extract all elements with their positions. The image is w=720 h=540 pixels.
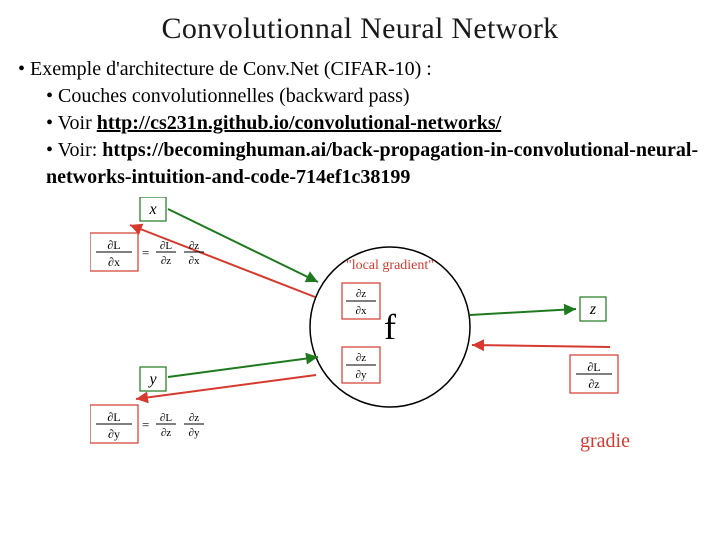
svg-text:∂L: ∂L [587,360,600,374]
svg-text:∂y: ∂y [189,427,200,439]
bullet-2-text: Couches convolutionnelles (backward pass… [58,85,410,107]
svg-text:=: = [142,417,149,432]
svg-text:∂x: ∂x [108,255,120,269]
gradients-label: gradients [580,430,630,452]
dLdx-expand: = [142,245,149,260]
svg-text:∂y: ∂y [356,369,367,381]
link-cs231n[interactable]: http://cs231n.github.io/convolutional-ne… [97,112,502,134]
bullet-3: • Voir http://cs231n.github.io/convoluti… [46,110,702,137]
bullet-1-text: Exemple d'architecture de Conv.Net (CIFA… [30,58,432,80]
bullet-4-prefix: Voir: [58,139,103,161]
svg-text:∂z: ∂z [161,427,171,439]
var-y: y [147,371,157,388]
slide-title: Convolutionnal Neural Network [18,12,702,46]
svg-text:∂L: ∂L [107,238,120,252]
local-gradient-label: "local gradient" [346,258,434,273]
link-becominghuman[interactable]: https://becominghuman.ai/back-propagatio… [46,139,698,188]
svg-text:∂z: ∂z [161,255,171,267]
svg-text:∂L: ∂L [160,240,172,252]
svg-text:∂z: ∂z [356,288,366,300]
svg-text:∂z: ∂z [588,377,599,391]
svg-text:∂y: ∂y [108,427,120,441]
bullet-3-prefix: Voir [58,112,97,134]
svg-text:∂z: ∂z [356,352,366,364]
node-f: f [384,307,396,347]
var-x: x [148,201,156,218]
bullet-4: • Voir: https://becominghuman.ai/back-pr… [46,137,702,191]
svg-text:∂z: ∂z [189,240,199,252]
body-text: • Exemple d'architecture de Conv.Net (CI… [18,56,702,191]
var-z: z [589,301,597,318]
svg-text:∂z: ∂z [189,412,199,424]
backprop-diagram: f "local gradient" x ∂L ∂x = ∂L ∂z [90,197,630,477]
svg-text:∂x: ∂x [189,255,200,267]
svg-text:∂L: ∂L [107,410,120,424]
svg-text:∂x: ∂x [356,305,367,317]
svg-text:∂L: ∂L [160,412,172,424]
bullet-2: • Couches convolutionnelles (backward pa… [46,83,702,110]
bullet-1: • Exemple d'architecture de Conv.Net (CI… [18,56,702,83]
